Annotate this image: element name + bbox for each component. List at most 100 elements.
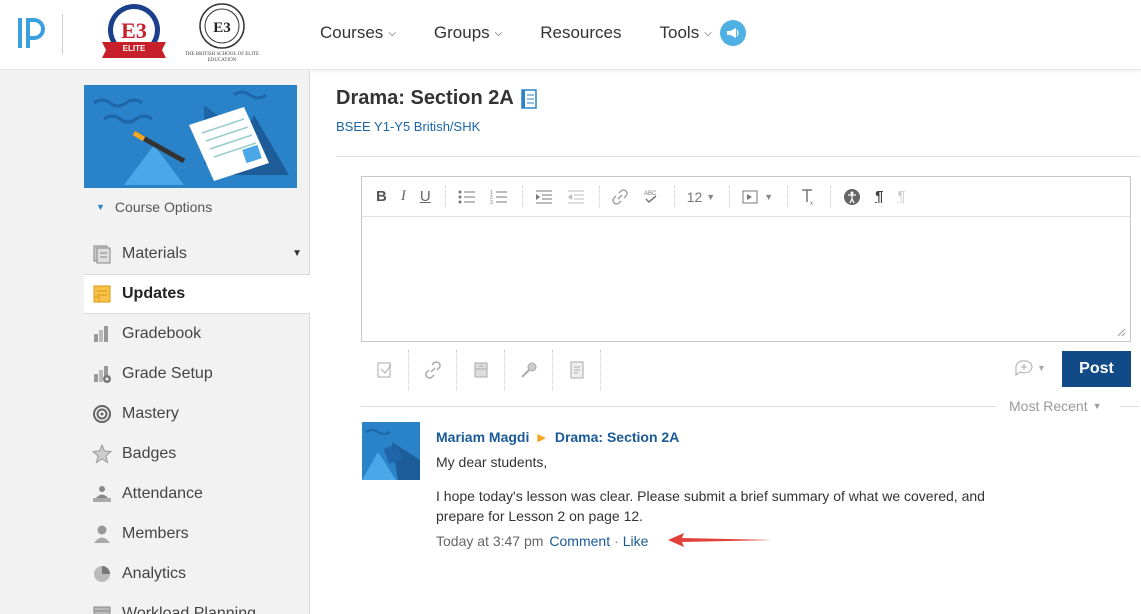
mastery-icon	[90, 402, 114, 426]
post-target-link[interactable]: Drama: Section 2A	[555, 429, 679, 445]
attach-tool-button[interactable]	[505, 350, 553, 390]
arrow-right-icon: ▶	[537, 431, 546, 444]
update-editor: B I U 123 ABC 12 ▼ ▼ x ¶ ¶	[361, 176, 1131, 342]
spellcheck-icon[interactable]: ABC	[642, 188, 660, 206]
course-title-text: Drama: Section 2A	[336, 87, 514, 109]
course-avatar-icon	[362, 422, 420, 480]
nav-tools-label: Tools	[659, 23, 700, 42]
outdent-icon[interactable]	[567, 189, 585, 205]
separator-dot: ·	[614, 533, 619, 549]
attach-file-button[interactable]	[361, 350, 409, 390]
divider	[1120, 406, 1139, 407]
attach-file-icon	[377, 362, 391, 378]
sidebar-item-label: Gradebook	[122, 325, 202, 342]
svg-text:E3: E3	[213, 20, 231, 36]
grade-setup-icon	[90, 362, 114, 386]
notifications-megaphone-icon[interactable]	[719, 20, 746, 46]
caret-down-icon: ▼	[764, 191, 774, 202]
sidebar-item-mastery[interactable]: Mastery	[84, 394, 310, 434]
sidebar-item-badges[interactable]: Badges	[84, 434, 310, 474]
insert-content-icon[interactable]: ▼	[742, 189, 773, 205]
bullet-list-icon[interactable]	[458, 189, 476, 205]
bold-button[interactable]: B	[376, 188, 387, 205]
svg-text:3: 3	[490, 200, 493, 205]
like-link[interactable]: Like	[623, 533, 649, 549]
link-icon[interactable]	[612, 188, 628, 205]
avatar[interactable]	[362, 422, 420, 480]
chevron-down-icon: ⌵	[494, 27, 503, 39]
chevron-down-icon: ⌵	[704, 27, 712, 39]
comment-settings-dropdown[interactable]: ▼	[1014, 359, 1046, 377]
sidebar-item-analytics[interactable]: Analytics	[84, 554, 310, 594]
clear-formatting-icon[interactable]: x	[800, 188, 816, 206]
document-icon	[570, 361, 583, 379]
british-school-logo: E3 THE BRITISH SCHOOL OF ELITE EDUCATION	[180, 2, 264, 66]
attach-resource-button[interactable]	[457, 350, 505, 390]
editor-text-area[interactable]	[362, 217, 1130, 341]
italic-button[interactable]: I	[401, 188, 406, 205]
nav-resources[interactable]: Resources	[540, 23, 621, 43]
accessibility-icon[interactable]	[843, 188, 861, 206]
sidebar-item-label: Mastery	[122, 405, 179, 422]
nav-groups[interactable]: Groups ⌵	[434, 23, 502, 43]
sort-dropdown[interactable]: Most Recent ▼	[1009, 398, 1102, 414]
divider	[361, 406, 997, 407]
materials-icon	[90, 242, 114, 266]
post-greeting: My dear students,	[436, 454, 548, 470]
sidebar-item-gradebook[interactable]: Gradebook	[84, 314, 310, 354]
nav-courses[interactable]: Courses ⌵	[320, 23, 396, 43]
course-info-book-icon[interactable]	[520, 88, 538, 109]
editor-toolbar: B I U 123 ABC 12 ▼ ▼ x ¶ ¶	[362, 177, 1130, 217]
nav-courses-label: Courses	[320, 23, 384, 42]
numbered-list-icon[interactable]: 123	[490, 189, 508, 205]
indent-icon[interactable]	[535, 189, 553, 205]
chevron-down-icon: ⌵	[388, 27, 396, 39]
post-timestamp: Today at 3:47 pm	[436, 533, 544, 549]
paragraph-ltr-icon[interactable]: ¶	[875, 188, 883, 205]
attach-link-button[interactable]	[409, 350, 457, 390]
badges-icon	[90, 442, 114, 466]
post-author-link[interactable]: Mariam Magdi	[436, 429, 529, 445]
font-size-value: 12	[686, 188, 703, 205]
paragraph-rtl-icon[interactable]: ¶	[897, 188, 905, 205]
caret-down-icon[interactable]: ▼	[292, 248, 302, 259]
post-body: My dear students, I hope today's lesson …	[436, 452, 1036, 540]
course-options-toggle[interactable]: ▼ Course Options	[96, 199, 212, 215]
top-navigation-bar: E3 ELITE E3 THE BRITISH SCHOOL OF ELITE …	[0, 0, 1141, 70]
powerschool-logo-icon[interactable]	[14, 14, 50, 52]
british-school-seal-icon: E3	[199, 3, 245, 49]
nav-groups-label: Groups	[433, 23, 490, 42]
toolbar-divider	[598, 185, 600, 208]
sidebar-item-grade-setup[interactable]: Grade Setup	[84, 354, 310, 394]
post-button[interactable]: Post	[1062, 351, 1131, 387]
gradebook-icon	[90, 322, 114, 346]
toolbar-divider	[444, 185, 446, 208]
caret-down-icon: ▼	[96, 202, 105, 212]
svg-text:x: x	[810, 201, 813, 206]
svg-text:ELITE: ELITE	[123, 44, 146, 53]
sidebar-item-label: Grade Setup	[122, 365, 213, 382]
sidebar-item-materials[interactable]: Materials ▼	[84, 234, 310, 274]
sidebar-item-label: Badges	[122, 445, 177, 462]
sort-label: Most Recent	[1009, 398, 1088, 414]
course-subtitle-link[interactable]: BSEE Y1-Y5 British/SHK	[336, 119, 480, 134]
post-header: Mariam Magdi ▶ Drama: Section 2A	[436, 429, 679, 445]
attachment-toolbar	[361, 350, 601, 390]
course-options-label: Course Options	[114, 199, 213, 215]
sidebar-item-attendance[interactable]: Attendance	[84, 474, 310, 514]
font-size-select[interactable]: 12 ▼	[687, 189, 716, 205]
resize-grip-icon[interactable]	[1116, 327, 1126, 337]
svg-text:E3: E3	[121, 18, 147, 43]
annotation-arrow-icon	[668, 533, 772, 547]
page-title: Drama: Section 2A	[336, 87, 538, 110]
comment-link[interactable]: Comment	[549, 533, 610, 549]
underline-button[interactable]: U	[420, 188, 431, 205]
nav-tools[interactable]: Tools ⌵	[660, 23, 712, 43]
sidebar-item-members[interactable]: Members	[84, 514, 310, 554]
sidebar-item-workload-planning[interactable]: Workload Planning	[84, 594, 310, 614]
toolbar-divider	[521, 185, 523, 208]
sidebar-item-updates[interactable]: Updates	[84, 274, 310, 314]
attach-document-button[interactable]	[553, 350, 601, 390]
toolbar-divider	[673, 185, 675, 208]
pin-tool-icon	[520, 362, 536, 378]
